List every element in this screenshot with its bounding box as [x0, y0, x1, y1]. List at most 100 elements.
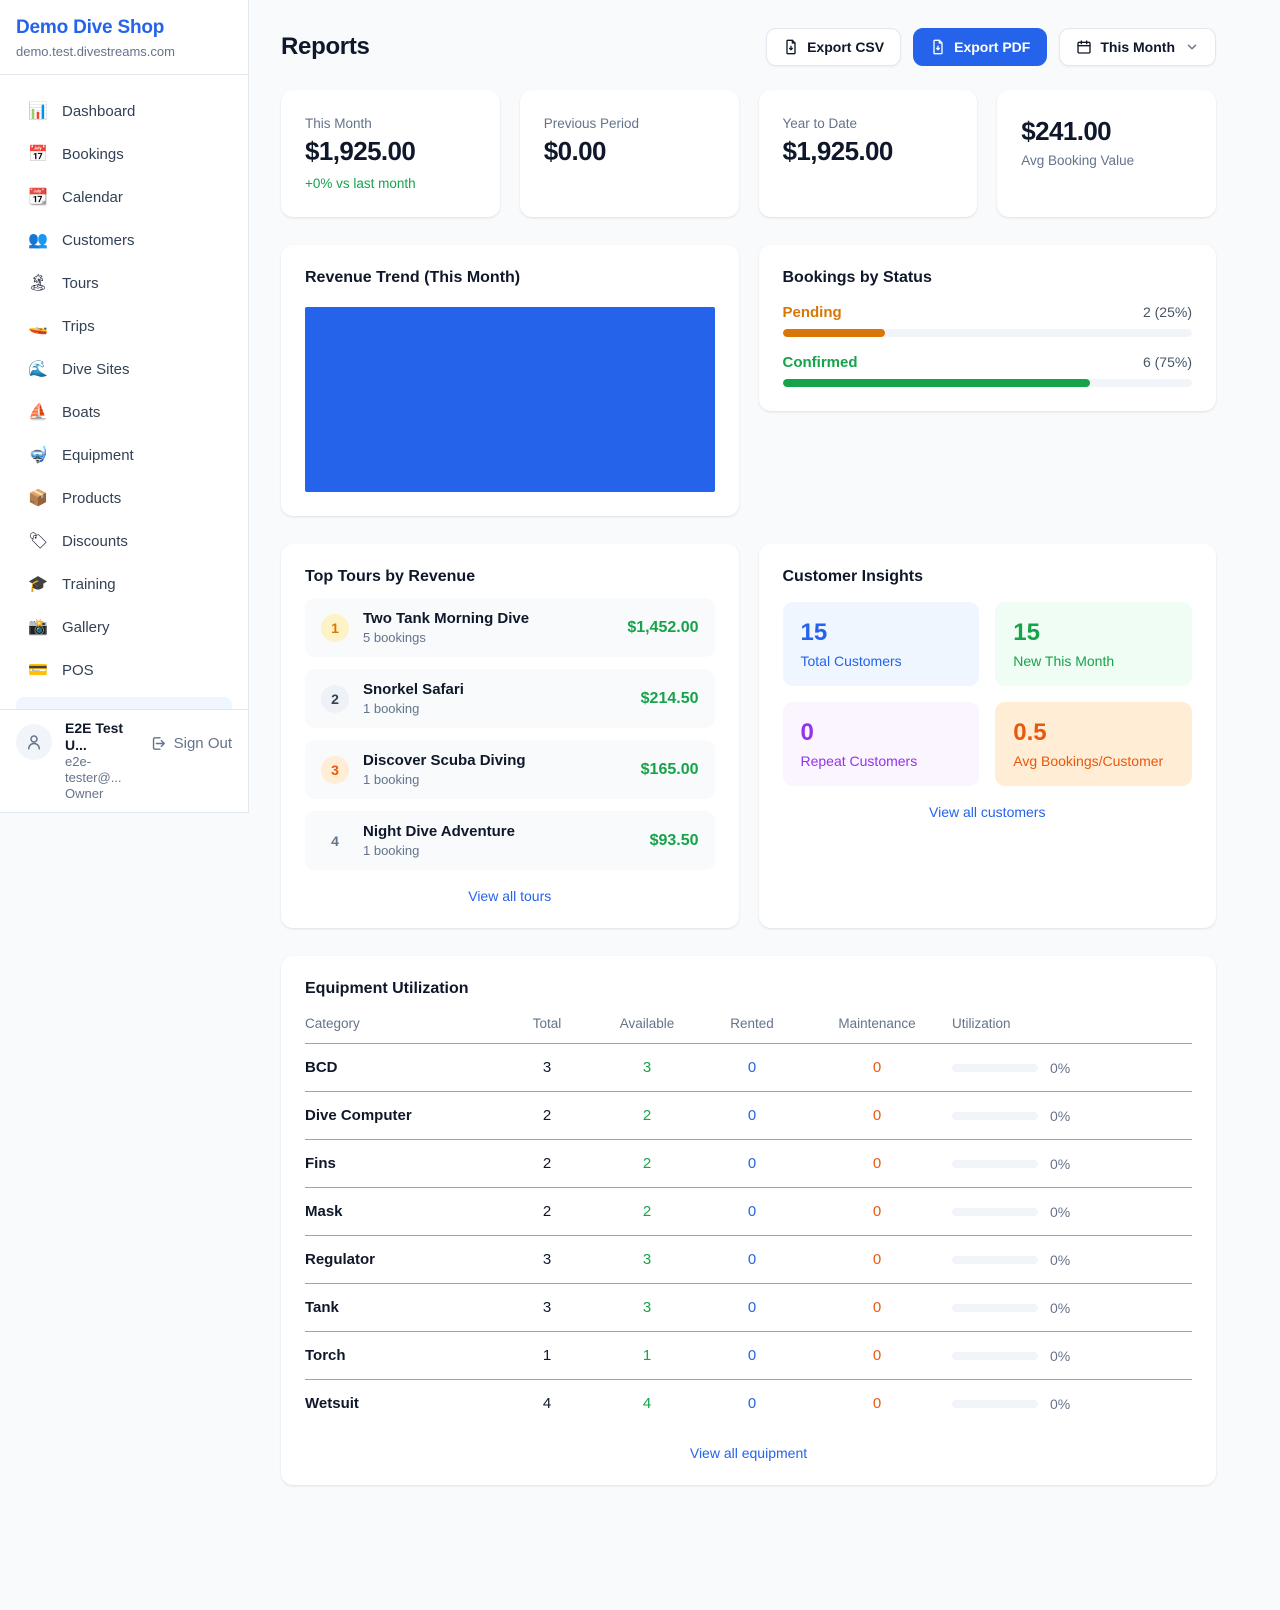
sidebar-item-label: Gallery	[62, 616, 110, 639]
export-pdf-button[interactable]: Export PDF	[913, 28, 1047, 66]
equipment-category: BCD	[305, 1059, 502, 1076]
sidebar-item-customers[interactable]: 👥 Customers	[16, 219, 232, 262]
dive-sites-wave-icon: 🌊	[28, 358, 48, 381]
user-footer: E2E Test U... e2e-tester@... Owner Sign …	[0, 709, 248, 812]
stat-value: $241.00	[1021, 116, 1192, 147]
sidebar-item-dive-sites[interactable]: 🌊 Dive Sites	[16, 348, 232, 391]
utilization-percent: 0%	[1050, 1060, 1070, 1076]
view-all-customers-link[interactable]: View all customers	[783, 804, 1193, 820]
equipment-total: 3	[502, 1251, 592, 1268]
calendar-icon: 📆	[28, 186, 48, 209]
tour-revenue: $93.50	[650, 832, 699, 850]
sidebar-item-products[interactable]: 📦 Products	[16, 477, 232, 520]
sidebar-item-dashboard[interactable]: 📊 Dashboard	[16, 90, 232, 133]
equipment-available: 3	[592, 1251, 702, 1268]
equipment-total: 4	[502, 1395, 592, 1412]
tour-name: Two Tank Morning Dive	[363, 610, 529, 627]
equipment-category: Tank	[305, 1299, 502, 1316]
equipment-rented: 0	[702, 1059, 802, 1076]
products-package-icon: 📦	[28, 487, 48, 510]
stat-value: $1,925.00	[783, 136, 954, 167]
equipment-available: 1	[592, 1347, 702, 1364]
discounts-tag-icon: 🏷	[28, 530, 48, 553]
sidebar-item-equipment[interactable]: 🤿 Equipment	[16, 434, 232, 477]
sidebar-item-bookings[interactable]: 📅 Bookings	[16, 133, 232, 176]
column-header: Category	[305, 1016, 502, 1031]
stat-card-this-month: This Month $1,925.00 +0% vs last month	[281, 90, 500, 217]
equipment-maintenance: 0	[802, 1107, 952, 1124]
user-name: E2E Test U...	[65, 720, 137, 754]
equipment-category: Fins	[305, 1155, 502, 1172]
stats-row: This Month $1,925.00 +0% vs last month P…	[281, 90, 1216, 217]
equipment-maintenance: 0	[802, 1395, 952, 1412]
equipment-rented: 0	[702, 1347, 802, 1364]
page-title: Reports	[281, 33, 370, 61]
equipment-rented: 0	[702, 1203, 802, 1220]
brand-block: Demo Dive Shop demo.test.divestreams.com	[0, 0, 248, 75]
export-csv-button[interactable]: Export CSV	[766, 28, 901, 66]
utilization-percent: 0%	[1050, 1300, 1070, 1316]
sidebar-item-trips[interactable]: 🚤 Trips	[16, 305, 232, 348]
active-nav-indicator[interactable]	[16, 697, 232, 709]
insight-avg-bookings: 0.5 Avg Bookings/Customer	[995, 702, 1192, 786]
insight-value: 0.5	[1013, 719, 1174, 747]
equipment-maintenance: 0	[802, 1347, 952, 1364]
stat-label: Avg Booking Value	[1021, 153, 1192, 168]
column-header: Available	[592, 1016, 702, 1031]
sidebar-item-label: Bookings	[62, 143, 124, 166]
utilization-percent: 0%	[1050, 1156, 1070, 1172]
bookings-by-status-card: Bookings by Status Pending 2 (25%) Confi…	[759, 245, 1217, 411]
rank-badge: 4	[321, 827, 349, 855]
period-dropdown[interactable]: This Month	[1059, 28, 1216, 66]
status-value: 6 (75%)	[1143, 354, 1192, 370]
training-cap-icon: 🎓	[28, 573, 48, 596]
customer-insights-title: Customer Insights	[783, 568, 1193, 586]
sidebar-item-discounts[interactable]: 🏷 Discounts	[16, 520, 232, 563]
insight-label: Avg Bookings/Customer	[1013, 753, 1174, 769]
status-bar-fill	[783, 379, 1090, 387]
stat-card-year-to-date: Year to Date $1,925.00	[759, 90, 978, 217]
sidebar-item-pos[interactable]: 💳 POS	[16, 649, 232, 692]
tour-bookings: 5 bookings	[363, 630, 529, 645]
equipment-total: 2	[502, 1203, 592, 1220]
sidebar-item-training[interactable]: 🎓 Training	[16, 563, 232, 606]
tour-bookings: 1 booking	[363, 843, 515, 858]
tour-row: 4 Night Dive Adventure 1 booking $93.50	[305, 811, 715, 870]
sidebar-nav: 📊 Dashboard 📅 Bookings 📆 Calendar 👥 Cust…	[0, 75, 248, 709]
sign-out-button[interactable]: Sign Out	[150, 735, 232, 752]
utilization-percent: 0%	[1050, 1204, 1070, 1220]
utilization-bar	[952, 1208, 1038, 1216]
equipment-rented: 0	[702, 1251, 802, 1268]
top-tours-title: Top Tours by Revenue	[305, 568, 715, 586]
insight-value: 15	[801, 619, 962, 647]
sidebar-item-gallery[interactable]: 📸 Gallery	[16, 606, 232, 649]
utilization-percent: 0%	[1050, 1252, 1070, 1268]
sidebar-item-boats[interactable]: ⛵ Boats	[16, 391, 232, 434]
sidebar: Demo Dive Shop demo.test.divestreams.com…	[0, 0, 249, 813]
main-content: Reports Export CSV Export PDF This Month…	[249, 0, 1280, 1525]
insight-label: Total Customers	[801, 653, 962, 669]
table-row: Torch 1 1 0 0 0%	[305, 1332, 1192, 1380]
boats-sailboat-icon: ⛵	[28, 401, 48, 424]
sidebar-item-tours[interactable]: 🏝 Tours	[16, 262, 232, 305]
tour-bookings: 1 booking	[363, 701, 464, 716]
status-label: Pending	[783, 304, 842, 321]
equipment-available: 2	[592, 1155, 702, 1172]
view-all-equipment-link[interactable]: View all equipment	[305, 1445, 1192, 1461]
utilization-percent: 0%	[1050, 1348, 1070, 1364]
table-row: Mask 2 2 0 0 0%	[305, 1188, 1192, 1236]
file-download-icon	[783, 39, 799, 55]
sidebar-item-calendar[interactable]: 📆 Calendar	[16, 176, 232, 219]
table-row: Tank 3 3 0 0 0%	[305, 1284, 1192, 1332]
customers-people-icon: 👥	[28, 229, 48, 252]
view-all-tours-link[interactable]: View all tours	[305, 888, 715, 904]
equipment-rented: 0	[702, 1155, 802, 1172]
utilization-bar	[952, 1256, 1038, 1264]
period-label: This Month	[1100, 39, 1175, 55]
sidebar-item-label: Equipment	[62, 444, 134, 467]
stat-label: This Month	[305, 116, 476, 131]
equipment-category: Regulator	[305, 1251, 502, 1268]
rank-badge: 3	[321, 756, 349, 784]
utilization-bar	[952, 1160, 1038, 1168]
utilization-bar	[952, 1112, 1038, 1120]
